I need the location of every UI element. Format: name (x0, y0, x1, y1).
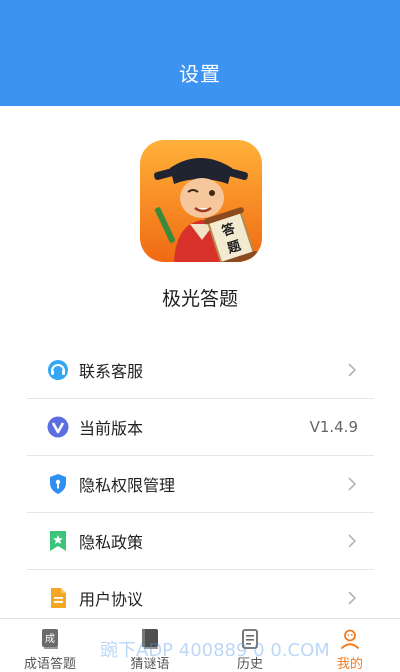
menu-label: 联系客服 (79, 362, 144, 381)
bookmark-star-icon (46, 529, 70, 553)
tab-label: 成语答题 (23, 657, 76, 672)
menu-item-customer-service[interactable]: 联系客服 (27, 342, 374, 399)
version-icon (46, 415, 70, 439)
tab-mine[interactable]: 我的 (300, 619, 400, 672)
app-logo: 答 题 (140, 140, 262, 262)
tab-label: 猜谜语 (130, 657, 170, 672)
customer-service-icon (46, 358, 70, 382)
header-bar: 设置 (0, 0, 400, 106)
app-name: 极光答题 (161, 288, 238, 310)
menu-label: 当前版本 (79, 419, 144, 438)
tab-idiom-quiz[interactable]: 成 成语答题 (0, 619, 100, 672)
document-icon (46, 586, 70, 610)
tab-label: 历史 (236, 657, 263, 672)
svg-text:成: 成 (45, 633, 55, 645)
tab-riddles[interactable]: 猜谜语 (100, 619, 200, 672)
page-title: 设置 (179, 62, 221, 86)
chevron-right-icon (348, 591, 356, 605)
history-list-icon (242, 629, 258, 649)
chevron-right-icon (348, 534, 356, 548)
menu-label: 隐私权限管理 (79, 476, 176, 495)
riddle-book-icon (142, 629, 158, 649)
idiom-book-icon: 成 (42, 629, 58, 649)
tab-label: 我的 (336, 657, 363, 672)
menu-item-privacy-policy[interactable]: 隐私政策 (27, 513, 374, 570)
tab-history[interactable]: 历史 (200, 619, 300, 672)
chevron-right-icon (348, 477, 356, 491)
profile-icon (340, 629, 360, 650)
menu-label: 隐私政策 (79, 533, 144, 552)
menu-item-version[interactable]: 当前版本 V1.4.9 (27, 399, 374, 456)
bottom-tab-bar: 成 成语答题 猜谜语 历史 我的 (0, 618, 400, 672)
menu-item-privacy-permissions[interactable]: 隐私权限管理 (27, 456, 374, 513)
menu-label: 用户协议 (79, 590, 144, 609)
chevron-right-icon (348, 363, 356, 377)
privacy-shield-icon (46, 472, 70, 496)
version-value: V1.4.9 (309, 418, 358, 436)
settings-menu: 联系客服 当前版本 V1.4.9 隐私权限管理 隐私政策 用户协议 (27, 342, 374, 626)
